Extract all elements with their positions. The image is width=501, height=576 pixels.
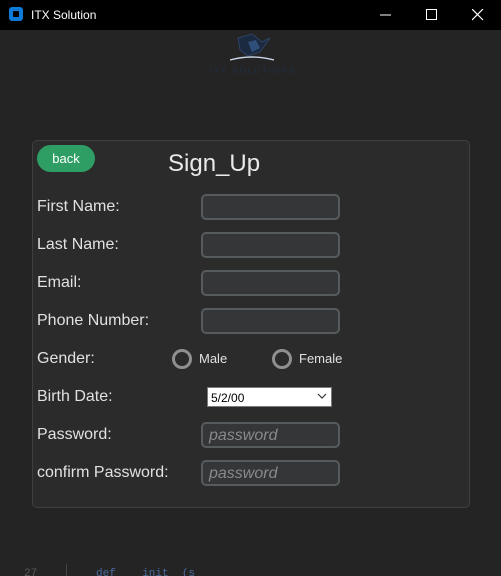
minimize-icon [380,14,391,16]
close-button[interactable] [455,0,501,30]
last-name-label: Last Name: [37,236,119,253]
code-line-number: 27 [24,568,38,576]
birth-date-label: Birth Date: [37,388,113,405]
birth-date-picker[interactable]: 5/2/00 [207,387,332,407]
confirm-password-placeholder: password [209,465,278,482]
birth-date-value: 5/2/00 [211,391,245,405]
close-icon [472,9,484,21]
gender-male-radio[interactable] [172,349,192,369]
last-name-field[interactable] [201,232,340,258]
page-title: Sign_Up [168,150,261,177]
first-name-field[interactable] [201,194,340,220]
email-field[interactable] [201,270,340,296]
gender-female-label: Female [299,351,343,366]
phone-label: Phone Number: [37,312,150,329]
confirm-password-label: confirm Password: [37,464,169,481]
back-button[interactable]: back [37,145,95,172]
maximize-button[interactable] [409,0,455,30]
gender-label: Gender: [37,350,95,367]
password-label: Password: [37,426,112,443]
title-bar: ITX Solution [0,0,501,30]
email-label: Email: [37,274,82,291]
confirm-password-field[interactable]: password [201,460,340,486]
gender-female-radio[interactable] [272,349,292,369]
maximize-icon [426,9,437,20]
background-code-strip: 27 def __init__(s [0,552,501,576]
password-placeholder: password [209,427,278,444]
code-gutter-divider [66,564,67,576]
code-line-text: def __init__(s [96,568,196,576]
phone-field[interactable] [201,308,340,334]
window-title: ITX Solution [31,8,97,22]
password-field[interactable]: password [201,422,340,448]
logo-text: ITX SOLUTIONS [209,66,297,75]
minimize-button[interactable] [363,0,409,30]
gender-male-label: Male [199,351,228,366]
chevron-down-icon [317,393,327,399]
app-icon [9,7,23,21]
first-name-label: First Name: [37,198,120,215]
